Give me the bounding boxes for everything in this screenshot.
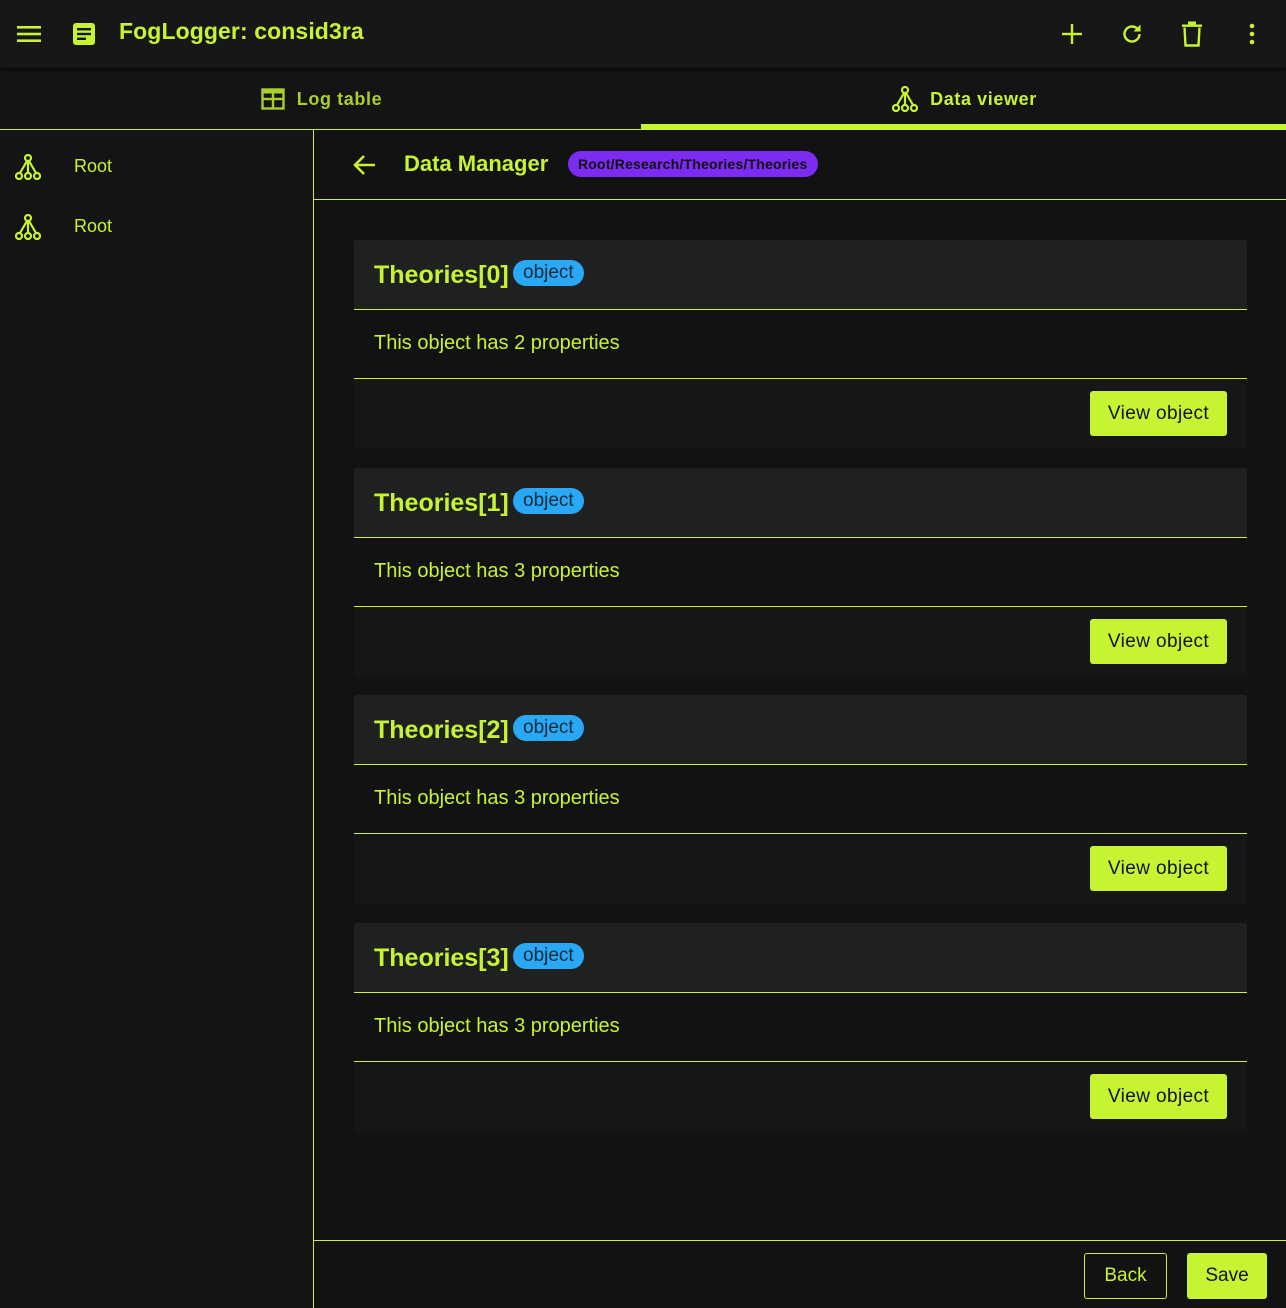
card-actions: View object: [354, 834, 1247, 904]
type-badge: object: [513, 943, 584, 969]
view-object-button[interactable]: View object: [1090, 391, 1227, 436]
path-badge: Root/Research/Theories/Theories: [568, 151, 818, 177]
back-arrow-icon[interactable]: [350, 150, 380, 180]
type-badge: object: [513, 260, 584, 286]
document-icon: [70, 19, 98, 49]
view-object-button[interactable]: View object: [1090, 619, 1227, 664]
app-bar: FogLogger: consid3ra: [0, 0, 1286, 68]
object-card: Theories[2] object This object has 3 pro…: [354, 695, 1247, 904]
object-card: Theories[1] object This object has 3 pro…: [354, 468, 1247, 677]
page-title: Data Manager: [404, 151, 549, 176]
type-badge: object: [513, 488, 584, 514]
card-header: Theories[1] object: [354, 468, 1247, 538]
type-badge: object: [513, 715, 584, 741]
sidebar: Root Root: [0, 130, 314, 1308]
card-body: This object has 2 properties: [354, 310, 1247, 379]
sidebar-item-label: Root: [74, 156, 113, 176]
card-description: This object has 3 properties: [374, 787, 620, 809]
card-actions: View object: [354, 1062, 1247, 1132]
data-manager-panel: Data Manager Root/Research/Theories/Theo…: [314, 130, 1286, 1308]
card-body: This object has 3 properties: [354, 538, 1247, 607]
sidebar-item-label: Root: [74, 216, 113, 236]
view-object-button[interactable]: View object: [1090, 846, 1227, 891]
panel-header: Data Manager Root/Research/Theories/Theo…: [314, 130, 1286, 200]
tab-label: Log table: [296, 88, 383, 109]
menu-icon[interactable]: [14, 19, 44, 49]
save-button[interactable]: Save: [1187, 1253, 1267, 1299]
back-button[interactable]: Back: [1084, 1253, 1167, 1299]
card-title: Theories[2]: [374, 716, 509, 744]
sidebar-item-root[interactable]: Root: [0, 134, 313, 194]
tree-icon: [14, 213, 42, 245]
card-title: Theories[0]: [374, 261, 509, 289]
view-object-button[interactable]: View object: [1090, 1074, 1227, 1119]
tree-icon: [14, 153, 42, 185]
more-vert-icon[interactable]: [1236, 18, 1268, 50]
card-title: Theories[1]: [374, 489, 509, 517]
card-header: Theories[2] object: [354, 695, 1247, 765]
tab-label: Data viewer: [930, 88, 1037, 109]
sidebar-item-root[interactable]: Root: [0, 194, 313, 254]
footer-actions: Back Save: [314, 1240, 1286, 1308]
card-description: This object has 3 properties: [374, 560, 620, 582]
tree-icon: [892, 86, 919, 112]
active-tab-indicator: [641, 124, 1286, 129]
card-body: This object has 3 properties: [354, 765, 1247, 834]
card-title: Theories[3]: [374, 944, 509, 972]
card-header: Theories[0] object: [354, 240, 1247, 310]
card-header: Theories[3] object: [354, 923, 1247, 993]
app-title: FogLogger: consid3ra: [119, 18, 364, 44]
tab-log-table[interactable]: Log table: [0, 68, 643, 130]
object-card: Theories[0] object This object has 2 pro…: [354, 240, 1247, 449]
refresh-icon[interactable]: [1116, 18, 1148, 50]
card-body: This object has 3 properties: [354, 993, 1247, 1062]
table-icon: [261, 88, 285, 110]
card-description: This object has 2 properties: [374, 332, 620, 354]
object-card: Theories[3] object This object has 3 pro…: [354, 923, 1247, 1132]
add-icon[interactable]: [1056, 18, 1088, 50]
card-actions: View object: [354, 607, 1247, 677]
delete-icon[interactable]: [1176, 18, 1208, 50]
tab-data-viewer[interactable]: Data viewer: [643, 68, 1286, 130]
card-description: This object has 3 properties: [374, 1015, 620, 1037]
card-actions: View object: [354, 379, 1247, 449]
tab-bar: Log table Data viewer: [0, 68, 1286, 130]
